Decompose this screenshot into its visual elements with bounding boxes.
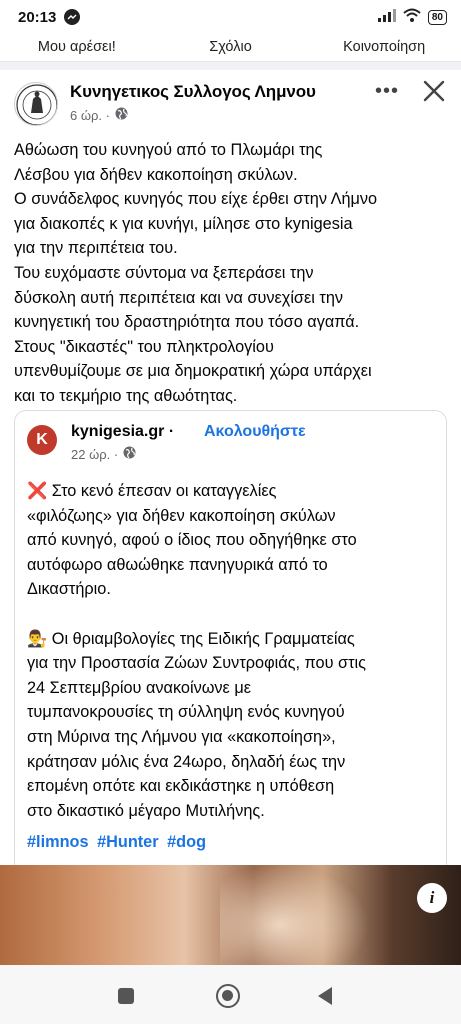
hashtag-link[interactable]: #dog [167, 833, 206, 851]
shared-line: τυμπανοκρουσίες τη σύλληψη ενός κυνηγού [27, 703, 345, 722]
post-meta: 6 ώρ. · [70, 107, 128, 123]
shared-line: αυτόφωρο αθωώθηκε πανηγυρικά από το [27, 555, 328, 574]
home-icon[interactable] [216, 984, 240, 1008]
shared-line: 24 Σεπτεμβρίου ανακοίνωνε με [27, 678, 251, 697]
post-photo[interactable]: i [0, 865, 461, 965]
follow-button[interactable]: Ακολουθήστε [204, 423, 306, 441]
share-button[interactable]: Κοινοποίηση [307, 34, 461, 61]
post-line: Ο συνάδελφος κυνηγός που είχε έρθει στην… [14, 190, 378, 209]
system-nav-bar [0, 965, 461, 1024]
shared-post-body: ❌ Στο κενό έπεσαν οι καταγγελίες «φιλόζω… [27, 479, 439, 823]
post-line: για διακοπές κ για κυνήγι, μίλησε στο ky… [14, 214, 353, 233]
separator-dot: · [168, 423, 175, 440]
source-avatar[interactable]: K [27, 425, 57, 455]
post-time[interactable]: 6 ώρ. · [70, 108, 110, 123]
shared-line: «φιλόζωης» για δήθεν κακοποίηση σκύλων [27, 506, 336, 525]
post-line: για την περιπέτεια του. [14, 239, 178, 258]
like-button[interactable]: Μου αρέσει! [0, 34, 154, 61]
shared-line: από κυνηγό, αφού ο ίδιος που οδηγήθηκε σ… [27, 531, 357, 550]
hashtags: #limnos #Hunter #dog [27, 833, 210, 852]
signal-icon [377, 8, 396, 26]
shared-line: ❌ Στο κενό έπεσαν οι καταγγελίες [27, 482, 277, 500]
recents-icon[interactable] [118, 988, 134, 1004]
post-header: Κυνηγετικος Συλλογος Λημνου 6 ώρ. · ••• [0, 74, 461, 130]
back-icon[interactable] [318, 987, 332, 1005]
shared-line: στη Μύρινα της Λήμνου για «κακοποίηση», [27, 727, 336, 746]
shared-line: για την Προστασία Ζώων Συντροφιάς, που σ… [27, 654, 366, 673]
shared-line: Δικαστήριο. [27, 580, 111, 599]
post-line: Του ευχόμαστε σύντομα να ξεπεράσει την [14, 263, 314, 282]
divider [0, 62, 461, 70]
source-name[interactable]: kynigesia.gr · [71, 423, 174, 441]
battery-icon: 80 [427, 9, 447, 25]
messenger-icon [64, 9, 81, 25]
post-line: υπενθυμίζουμε σε μια δημοκρατική χώρα υπ… [14, 362, 372, 381]
previous-post-actions: Μου αρέσει! Σχόλιο Κοινοποίηση [0, 34, 461, 62]
shared-line: επομένη οπότε και εκδικάστηκε η υπόθεση [27, 777, 335, 796]
page-name[interactable]: Κυνηγετικος Συλλογος Λημνου [70, 82, 316, 102]
shared-post-card[interactable]: K kynigesia.gr · Ακολουθήστε 22 ώρ. · ❌ … [14, 410, 447, 880]
shared-line: 👨‍⚖️ Οι θριαμβολογίες της Ειδικής Γραμμα… [27, 629, 355, 648]
post-line: κυνηγετική του δραστηριότητα που τόσο αγ… [14, 313, 360, 332]
post-line: Λέσβου για δήθεν κακοποίηση σκύλων. [14, 165, 298, 184]
info-icon[interactable]: i [417, 883, 447, 913]
globe-icon [123, 446, 136, 462]
post-line: Στους "δικαστές" του πληκτρολογίου [14, 337, 274, 356]
hashtag-link[interactable]: #limnos [27, 833, 89, 851]
wifi-icon [403, 8, 421, 26]
more-icon[interactable]: ••• [375, 80, 399, 103]
status-time: 20:13 [18, 8, 57, 26]
shared-line: στο δικαστικό μέγαρο Μυτιλήνης. [27, 801, 265, 820]
close-icon[interactable] [421, 78, 447, 104]
post-text: Αθώωση του κυνηγού από το Πλωμάρι της Λέ… [14, 138, 454, 409]
shared-post-time[interactable]: 22 ώρ. · [71, 447, 118, 462]
post-line: Αθώωση του κυνηγού από το Πλωμάρι της [14, 141, 323, 159]
globe-icon [115, 107, 128, 123]
shared-line: κράτησαν μόλις ένα 24ωρο, δηλαδή έως την [27, 752, 346, 771]
post-line: δύσκολη αυτή περιπέτεια και να συνεχίσει… [14, 288, 344, 307]
page-avatar[interactable] [14, 82, 58, 126]
post-line: και το τεκμήριο της αθωότητας. [14, 386, 238, 405]
comment-button[interactable]: Σχόλιο [154, 34, 308, 61]
hashtag-link[interactable]: #Hunter [97, 833, 159, 851]
shared-post-meta: 22 ώρ. · [71, 446, 136, 462]
status-bar: 20:13 80 [0, 0, 461, 34]
